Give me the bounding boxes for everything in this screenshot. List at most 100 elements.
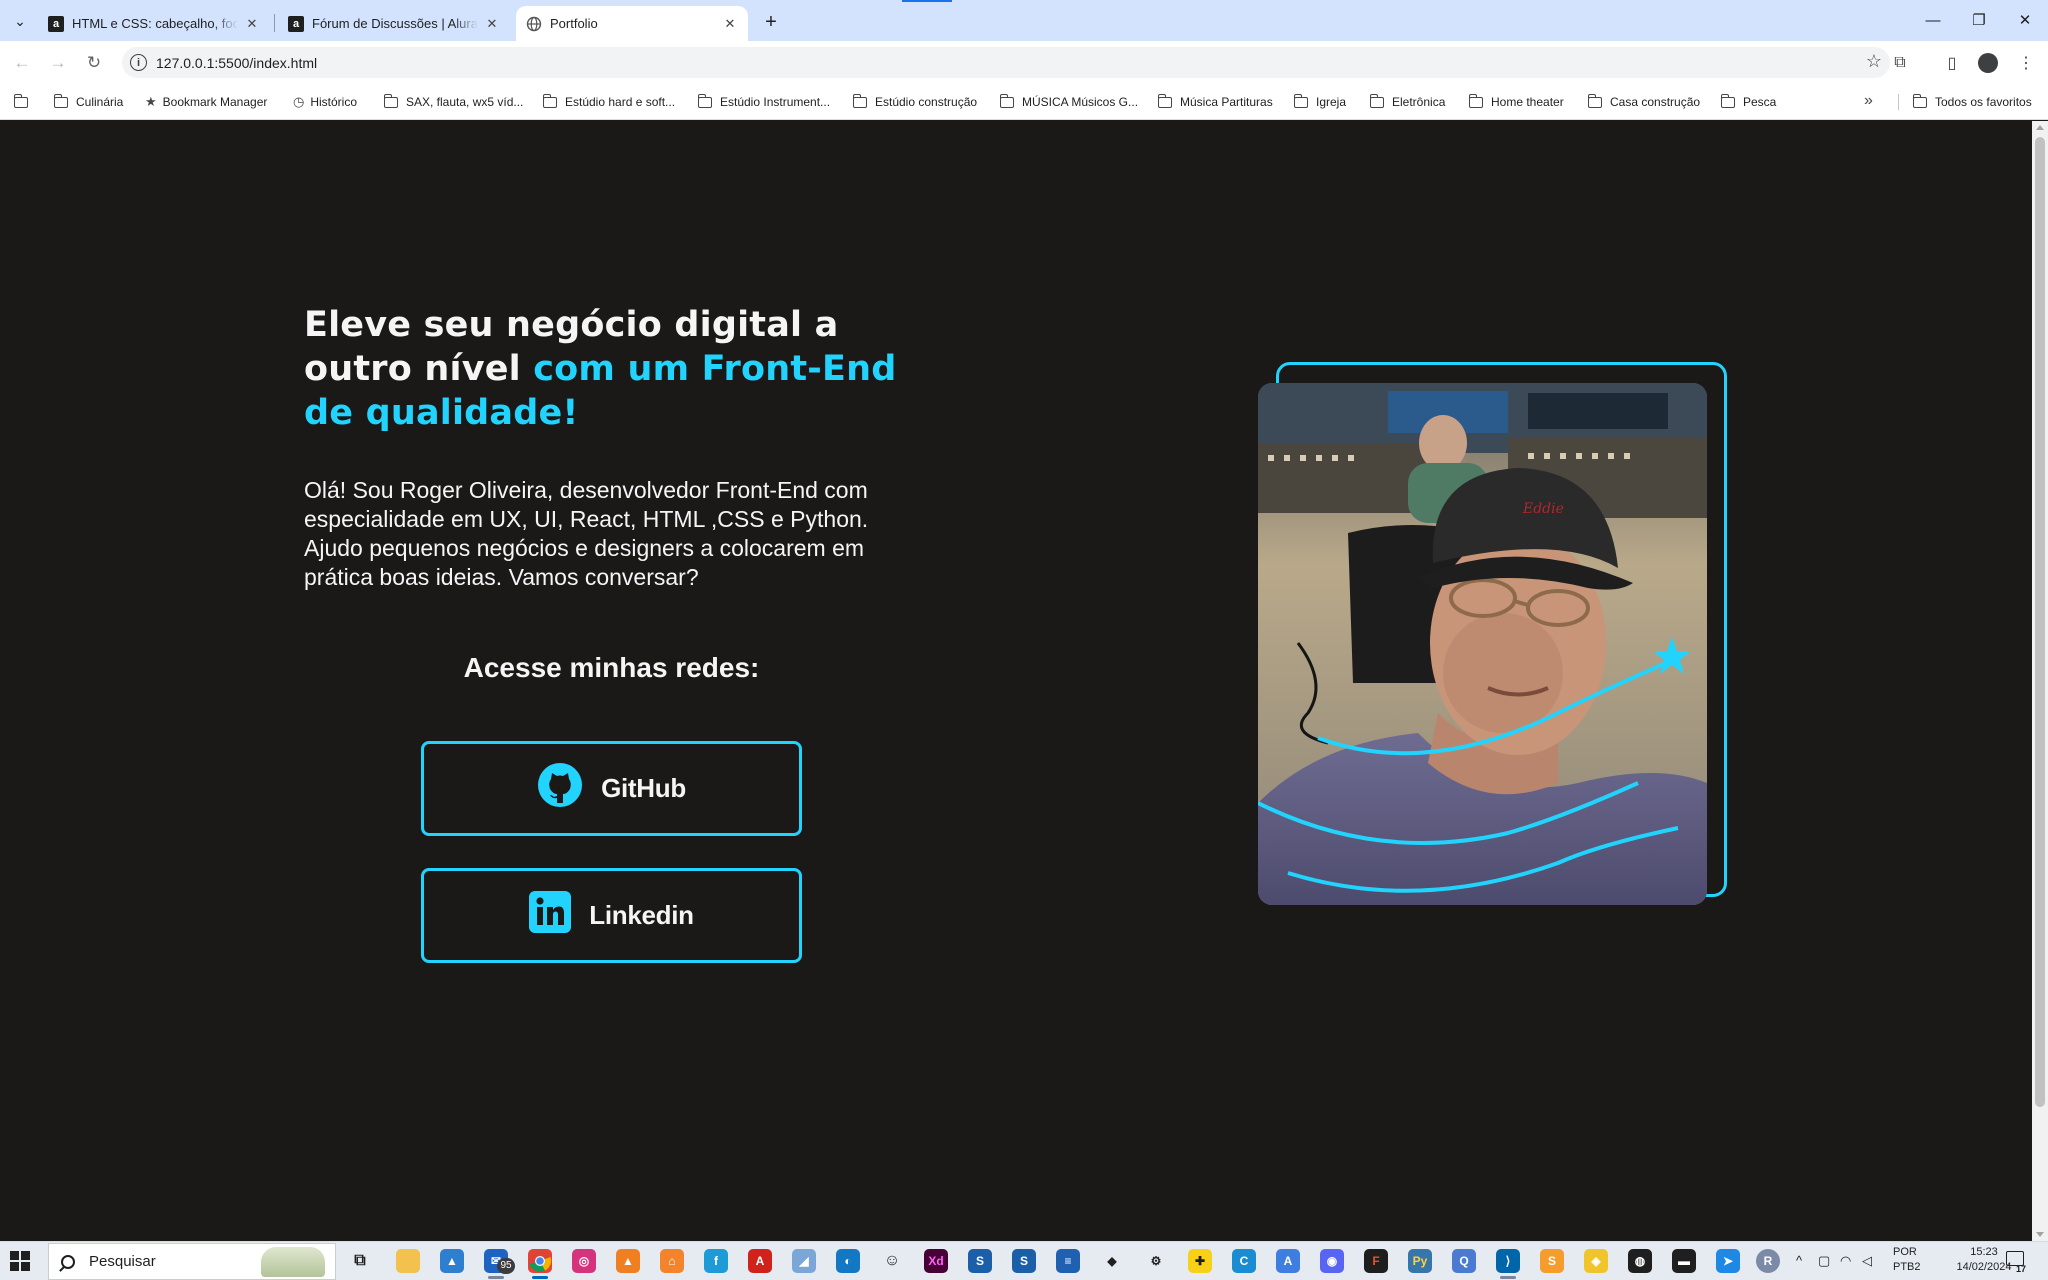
forward-button[interactable]: →	[44, 49, 72, 77]
svg-text:Eddie: Eddie	[1522, 501, 1564, 517]
bookmark-folder[interactable]: Música Partituras	[1158, 92, 1273, 112]
search-icon	[61, 1254, 75, 1269]
linkedin-button[interactable]: Linkedin	[421, 868, 802, 963]
app-icon[interactable]: ✚	[1188, 1249, 1212, 1273]
folder-icon	[853, 93, 867, 108]
side-panel-button[interactable]: ▯	[1938, 49, 1966, 77]
bookmark-folder[interactable]: Home theater	[1469, 92, 1564, 112]
taskbar-clock[interactable]: 15:23 14/02/2024	[1954, 1245, 2014, 1275]
url-text[interactable]: 127.0.0.1:5500/index.html	[156, 55, 317, 71]
app-icon[interactable]: Q	[1452, 1249, 1476, 1273]
restore-button[interactable]: ❐	[1956, 6, 2002, 34]
acrobat-icon[interactable]: A	[748, 1249, 772, 1273]
bookmark-history[interactable]: ◷ Histórico	[293, 92, 357, 112]
app-icon[interactable]: ⌂	[660, 1249, 684, 1273]
tab-alura-html-css[interactable]: a HTML e CSS: cabeçalho, footer ✕	[38, 6, 270, 41]
app-icon[interactable]: ⚙	[1144, 1249, 1168, 1273]
info-icon[interactable]: i	[130, 54, 147, 71]
app-icon[interactable]: A	[1276, 1249, 1300, 1273]
scroll-down-arrow-icon[interactable]	[2036, 1232, 2044, 1237]
scroll-up-arrow-icon[interactable]	[2036, 125, 2044, 130]
folder-icon	[1370, 93, 1384, 108]
linkedin-label: Linkedin	[589, 900, 694, 930]
taskbar-search-box[interactable]: Pesquisar	[48, 1243, 336, 1280]
file-explorer-icon[interactable]	[396, 1249, 420, 1273]
device-icon[interactable]: ▢	[1818, 1253, 1830, 1269]
profile-button[interactable]	[1974, 49, 2002, 77]
app-icon[interactable]: ➤	[1716, 1249, 1740, 1273]
bookmark-folder[interactable]: Estúdio hard e soft...	[543, 92, 675, 112]
discord-icon[interactable]: ◉	[1320, 1249, 1344, 1273]
bookmark-folder[interactable]: Estúdio construção	[853, 92, 977, 112]
bookmark-label: Igreja	[1316, 95, 1347, 109]
star-icon: ★	[145, 94, 157, 109]
app-icon[interactable]: f	[704, 1249, 728, 1273]
bookmark-folder[interactable]: Eletrônica	[1370, 92, 1445, 112]
bookmark-apps-folder[interactable]	[14, 92, 36, 112]
address-bar[interactable]: i 127.0.0.1:5500/index.html ☆	[122, 47, 1890, 78]
keyboard-layout: PTB2	[1893, 1261, 1921, 1273]
bookmarks-overflow-button[interactable]: »	[1864, 92, 1873, 110]
python-icon[interactable]: Py	[1408, 1249, 1432, 1273]
emoji-icon[interactable]: ☺	[880, 1249, 904, 1273]
windows-taskbar: Pesquisar ⧉ ▲ ✉ ◎ ▲ ⌂ f A ◢ ◐ ☺ Xd S S ≡…	[0, 1241, 2048, 1280]
page-scrollbar[interactable]	[2032, 121, 2048, 1241]
close-icon[interactable]: ✕	[484, 16, 500, 32]
close-window-button[interactable]: ✕	[2002, 6, 2048, 34]
bookmark-label: Estúdio construção	[875, 95, 978, 109]
bookmark-star-icon[interactable]: ☆	[1866, 51, 1882, 72]
chrome-icon[interactable]	[528, 1249, 552, 1279]
bookmark-folder[interactable]: Culinária	[54, 92, 123, 112]
tab-portfolio[interactable]: Portfolio ✕	[516, 6, 748, 41]
app-icon[interactable]: ◈	[1584, 1249, 1608, 1273]
task-view-icon[interactable]: ⧉	[348, 1249, 372, 1273]
folder-icon	[1588, 93, 1602, 108]
tab-search-button[interactable]: ⌄	[8, 9, 32, 33]
close-icon[interactable]: ✕	[722, 16, 738, 32]
all-bookmarks-folder[interactable]: Todos os favoritos	[1913, 92, 2032, 112]
browser-menu-button[interactable]: ⋮	[2012, 49, 2040, 77]
volume-muted-icon[interactable]: ◁	[1862, 1253, 1872, 1269]
folder-icon	[1158, 93, 1172, 108]
bookmark-label: Home theater	[1491, 95, 1564, 109]
vscode-icon[interactable]: ⟩	[1496, 1249, 1520, 1279]
bookmark-folder[interactable]: Estúdio Instrument...	[698, 92, 830, 112]
app-icon[interactable]: ◆	[1100, 1249, 1124, 1273]
bookmark-label: Todos os favoritos	[1935, 95, 2032, 109]
sublime-icon[interactable]: S	[1540, 1249, 1564, 1273]
wifi-icon[interactable]: ◠	[1840, 1253, 1851, 1269]
bookmark-folder[interactable]: Igreja	[1294, 92, 1346, 112]
extensions-button[interactable]: ⧉	[1886, 49, 1914, 77]
keyboard-language[interactable]: POR PTB2	[1893, 1245, 1921, 1275]
folder-icon	[1721, 93, 1735, 108]
app-icon[interactable]: ≡	[1056, 1249, 1080, 1273]
close-icon[interactable]: ✕	[244, 16, 260, 32]
bookmark-folder[interactable]: MÚSICA Músicos G...	[1000, 92, 1138, 112]
github-desktop-icon[interactable]: ◍	[1628, 1249, 1652, 1273]
app-icon[interactable]: S	[968, 1249, 992, 1273]
new-tab-button[interactable]: +	[757, 8, 785, 36]
reload-button[interactable]: ↻	[80, 49, 108, 77]
app-icon[interactable]: ◎	[572, 1249, 596, 1273]
adobe-xd-icon[interactable]: Xd	[924, 1249, 948, 1273]
bookmark-folder[interactable]: Casa construção	[1588, 92, 1700, 112]
github-button[interactable]: GitHub	[421, 741, 802, 836]
app-icon[interactable]: ◐	[836, 1249, 860, 1273]
avatar[interactable]: R	[1756, 1249, 1780, 1273]
back-button[interactable]: ←	[8, 49, 36, 77]
tab-alura-forum[interactable]: a Fórum de Discussões | Alura - C ✕	[278, 6, 510, 41]
figma-icon[interactable]: F	[1364, 1249, 1388, 1273]
bookmark-folder[interactable]: Pesca	[1721, 92, 1776, 112]
chevron-up-icon[interactable]: ^	[1796, 1253, 1802, 1268]
app-icon[interactable]: C	[1232, 1249, 1256, 1273]
app-icon[interactable]: ◢	[792, 1249, 816, 1273]
app-icon[interactable]: ▲	[440, 1249, 464, 1273]
windows-start-button[interactable]	[10, 1251, 30, 1271]
app-icon[interactable]: S	[1012, 1249, 1036, 1273]
bookmark-manager[interactable]: ★ Bookmark Manager	[145, 92, 267, 112]
scrollbar-thumb[interactable]	[2035, 137, 2045, 1107]
bookmark-folder[interactable]: SAX, flauta, wx5 víd...	[384, 92, 523, 112]
terminal-icon[interactable]: ▬	[1672, 1249, 1696, 1273]
app-icon[interactable]: ▲	[616, 1249, 640, 1273]
minimize-button[interactable]: —	[1910, 6, 1956, 34]
